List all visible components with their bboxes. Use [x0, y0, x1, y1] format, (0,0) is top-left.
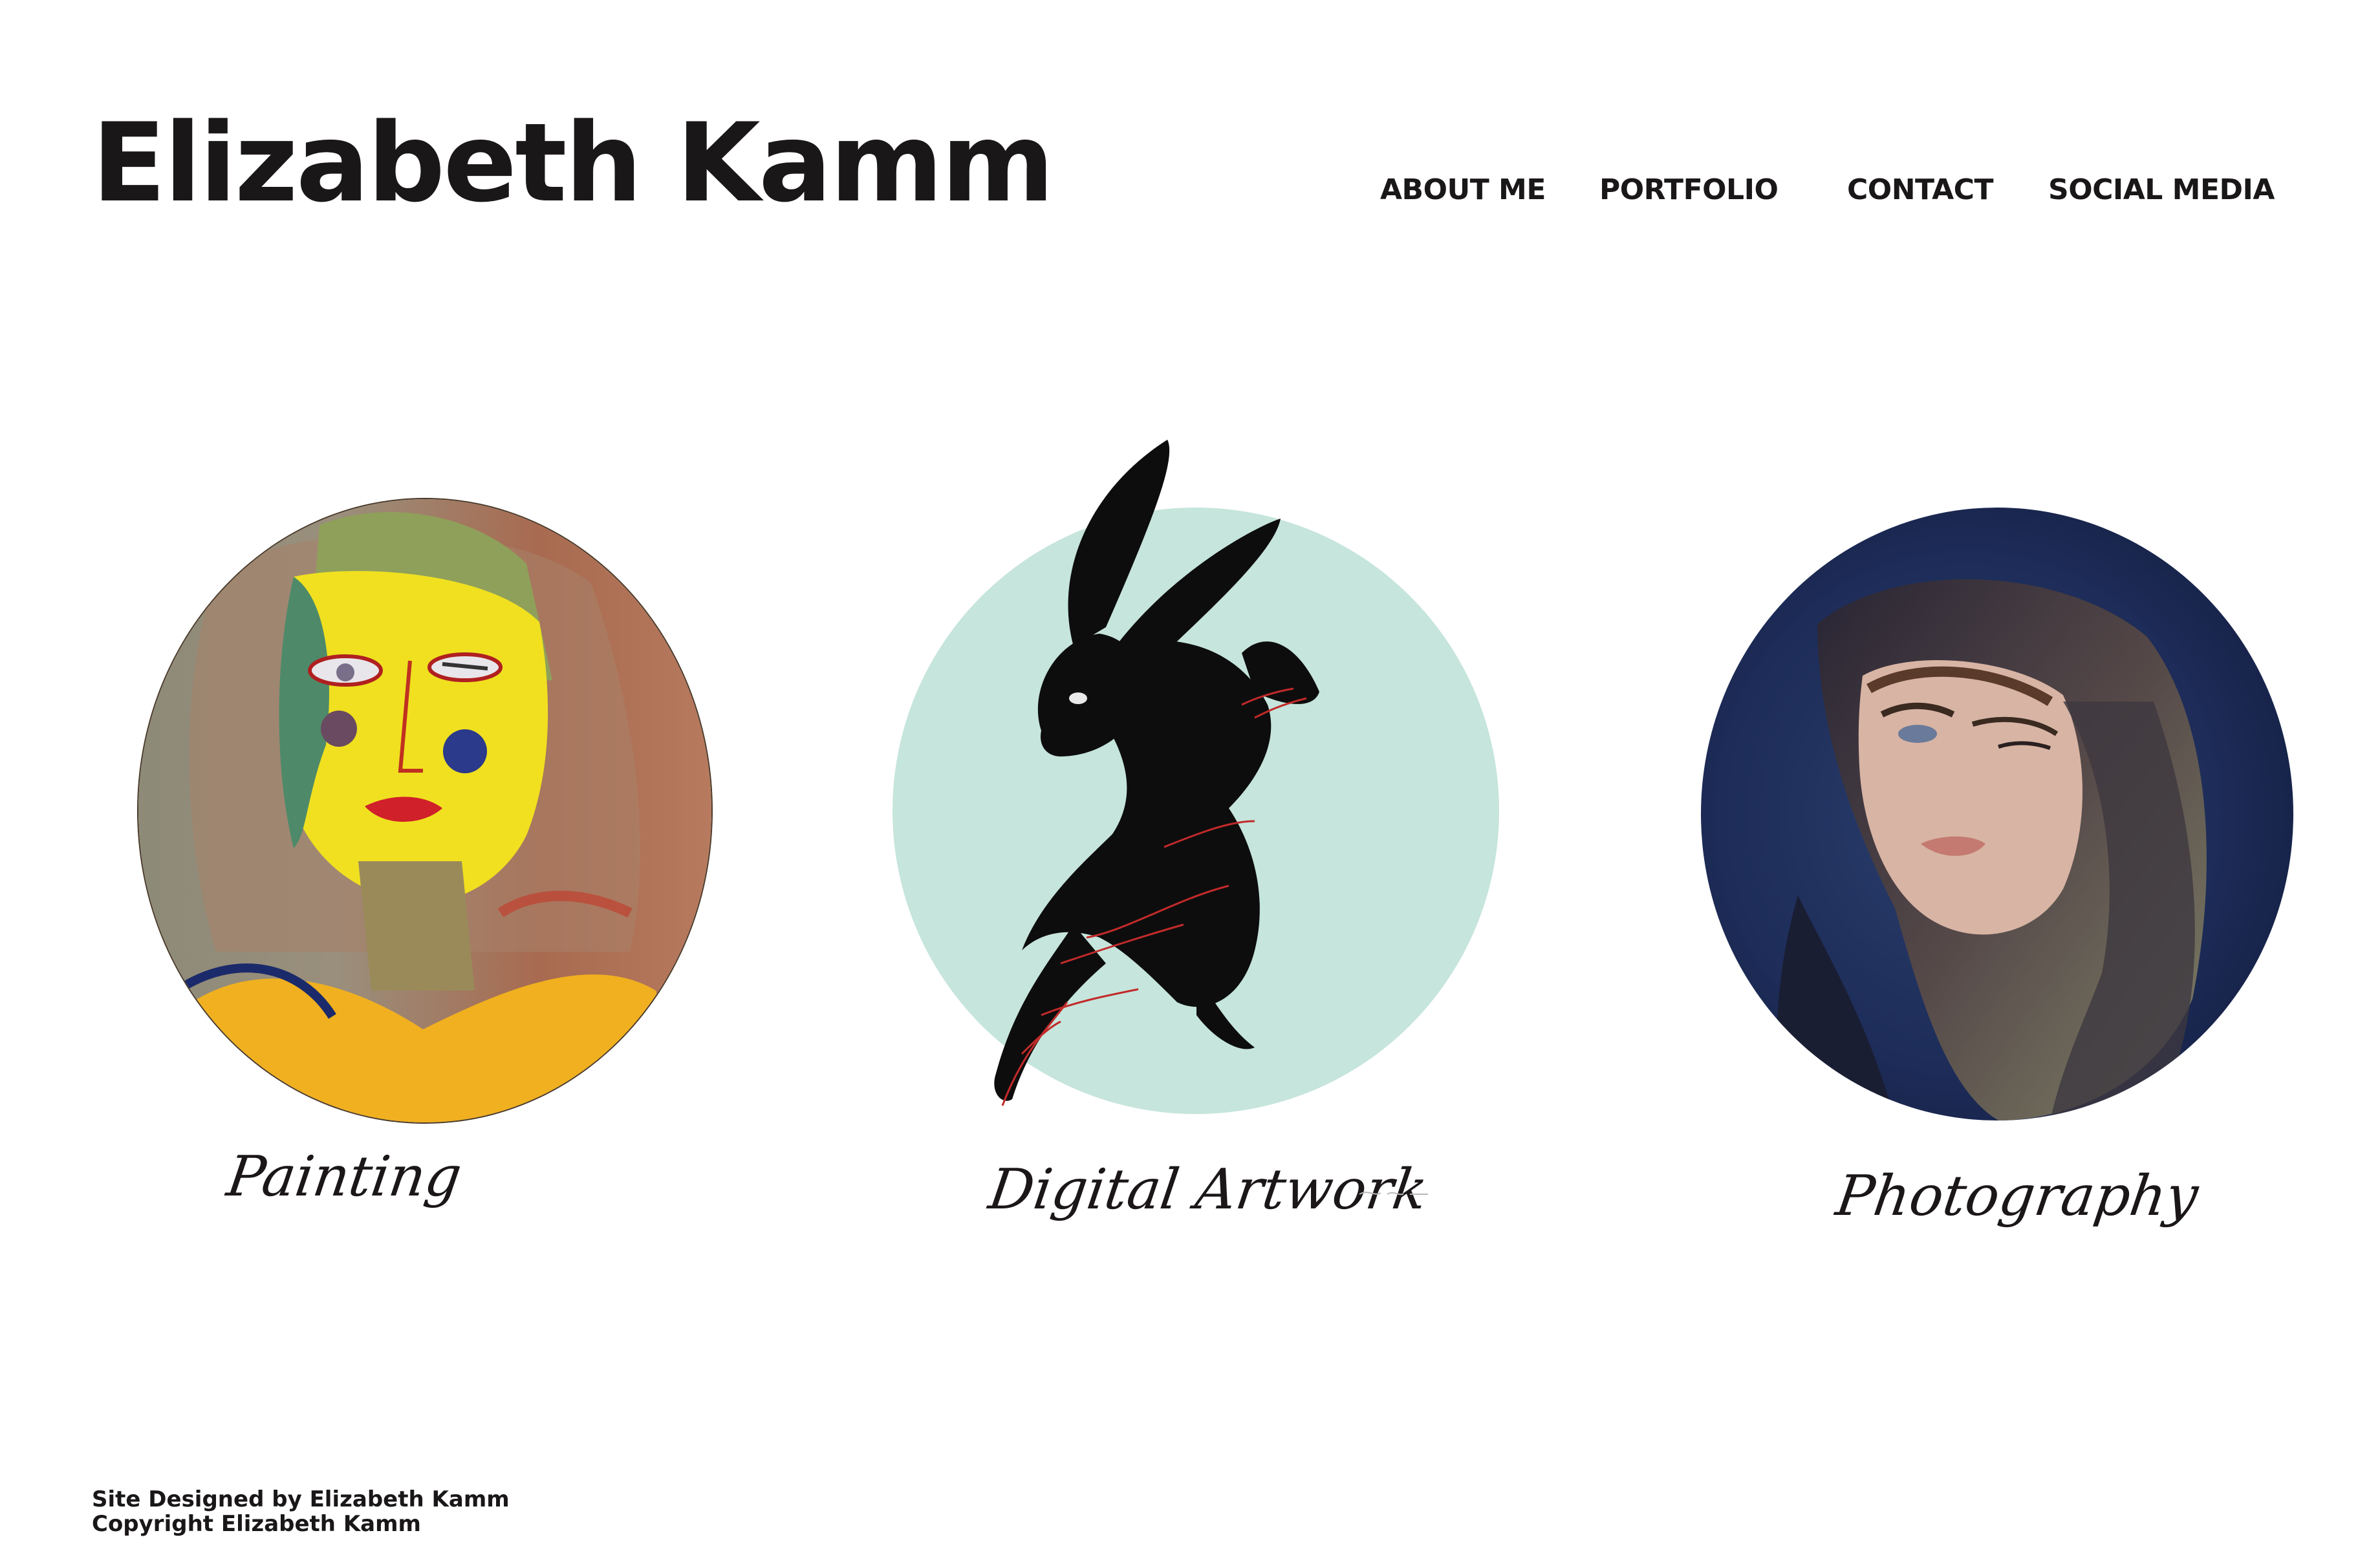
- painting-image[interactable]: [137, 498, 713, 1124]
- footer-copyright: Copyright Elizabeth Kamm: [92, 1511, 421, 1537]
- nav-portfolio[interactable]: PORTFOLIO: [1599, 173, 1779, 206]
- nav-about-me[interactable]: ABOUT ME: [1380, 173, 1546, 206]
- nav-social-media[interactable]: SOCIAL MEDIA: [2048, 173, 2275, 206]
- photography-label[interactable]: Photography: [1832, 1164, 2202, 1228]
- digital-artwork-label[interactable]: Digital Artwork: [985, 1157, 1431, 1222]
- photography-image[interactable]: [1701, 508, 2293, 1120]
- site-footer: Site Designed by Elizabeth Kamm Copyrigh…: [92, 1487, 510, 1536]
- painting-card[interactable]: Painting: [137, 498, 713, 1261]
- rabbit-illustration[interactable]: [892, 433, 1539, 1151]
- painting-label[interactable]: Painting: [223, 1144, 466, 1209]
- nav-contact[interactable]: CONTACT: [1847, 173, 1993, 206]
- digital-artwork-card[interactable]: Digital Artwork: [892, 433, 1539, 1261]
- signature-icon: [1358, 1186, 1429, 1199]
- photography-card[interactable]: Photography: [1701, 508, 2302, 1271]
- footer-design-credit: Site Designed by Elizabeth Kamm: [92, 1486, 510, 1512]
- main-nav: ABOUT ME PORTFOLIO CONTACT SOCIAL MEDIA: [0, 173, 2380, 212]
